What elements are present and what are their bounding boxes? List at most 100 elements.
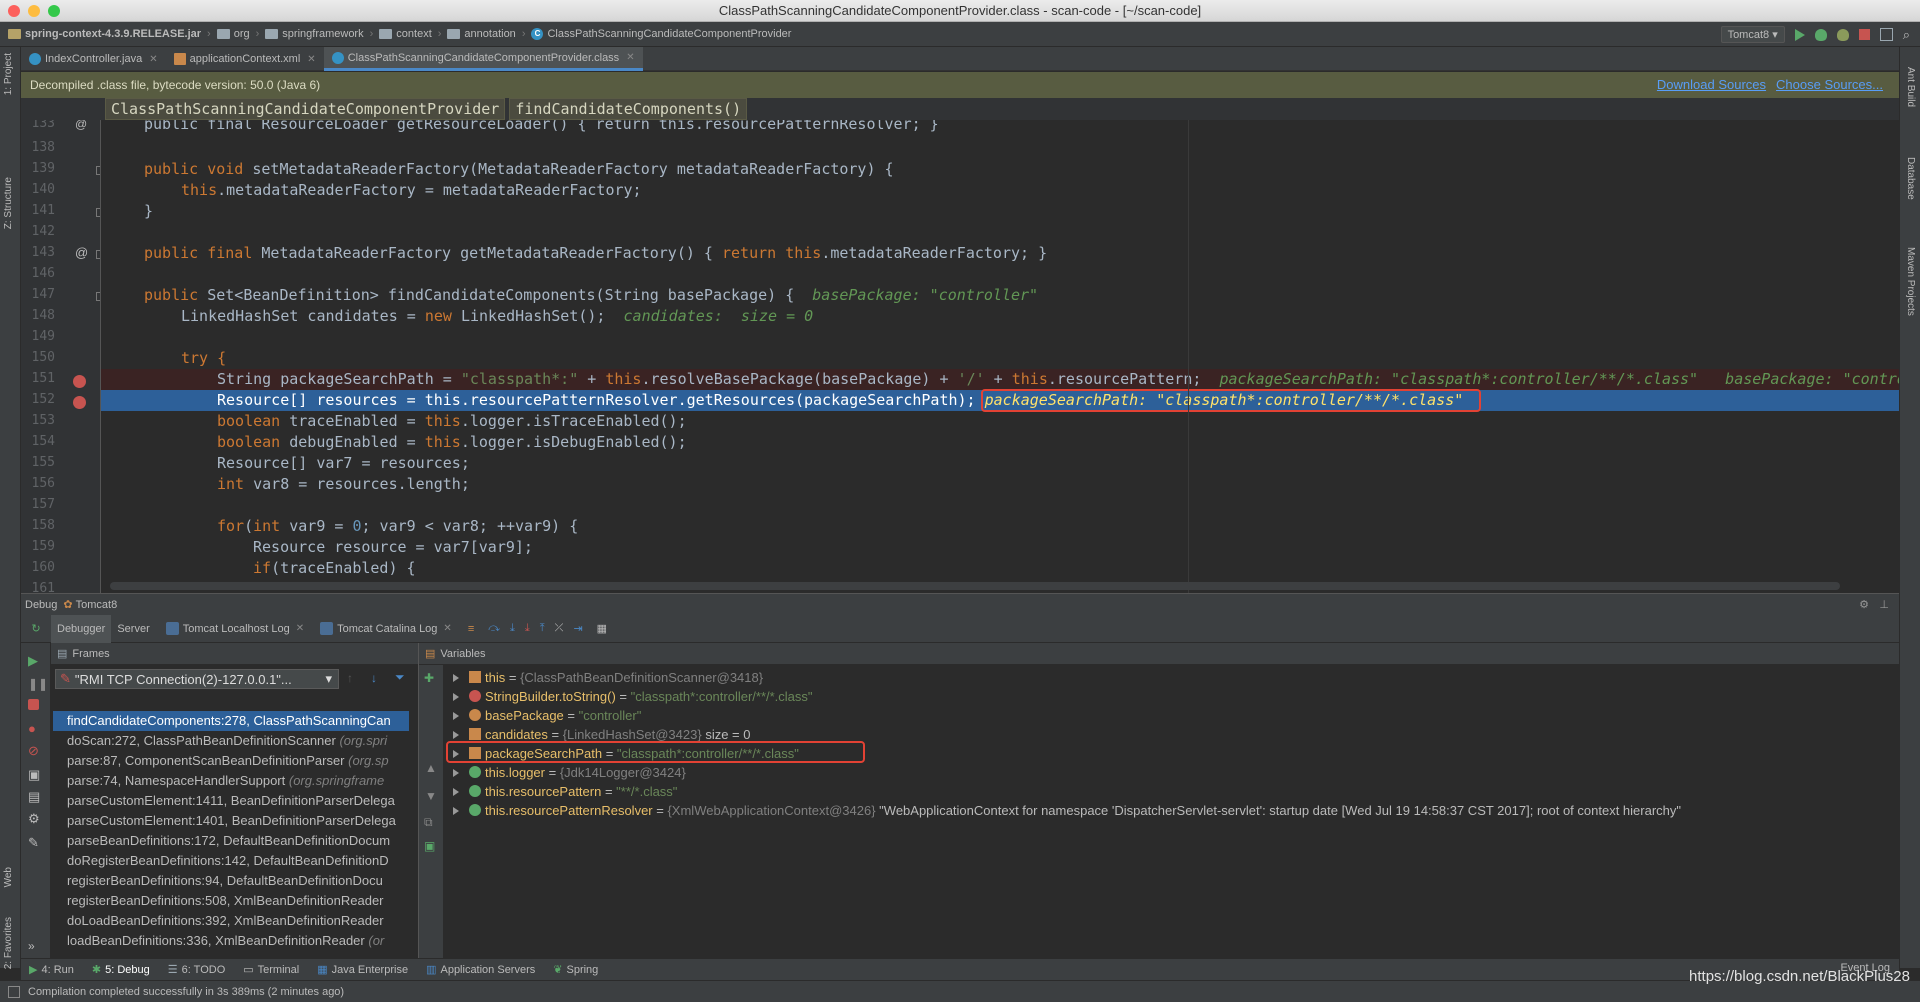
breadcrumb-class[interactable]: ClassPathScanningCandidateComponentProvi… [105, 98, 506, 120]
variable-row[interactable]: this = {ClassPathBeanDefinitionScanner@3… [453, 668, 763, 687]
stack-frame[interactable]: registerBeanDefinitions:508, XmlBeanDefi… [53, 891, 409, 911]
show-execution-point-icon[interactable]: ≡ [468, 623, 474, 635]
debug-config-label[interactable]: Tomcat8 [76, 599, 118, 611]
code-editor[interactable]: public final ResourceLoader getResourceL… [101, 120, 1899, 593]
stack-frame[interactable]: parse:87, ComponentScanBeanDefinitionPar… [53, 751, 409, 771]
view-breakpoints-icon[interactable]: ● [28, 721, 43, 736]
todo-tool-tab[interactable]: ☰ 6: TODO [168, 963, 225, 977]
spring-tool-tab[interactable]: ❦ Spring [553, 963, 598, 977]
more-icon[interactable]: » [28, 939, 43, 954]
ant-build-tool-button[interactable]: Ant Build [1905, 67, 1916, 107]
application-servers-tool-tab[interactable]: ▥ Application Servers [426, 963, 535, 977]
stack-frame[interactable]: doLoadBeanDefinitions:392, XmlBeanDefini… [53, 911, 409, 931]
terminal-tool-tab[interactable]: ▭ Terminal [243, 963, 299, 977]
run-icon[interactable] [1794, 28, 1805, 41]
debug-icon[interactable] [1814, 28, 1827, 41]
breakpoint-icon[interactable] [73, 396, 86, 409]
toggle-tool-windows-icon[interactable] [8, 985, 20, 998]
stack-frame[interactable]: parse:74, NamespaceHandlerSupport (org.s… [53, 771, 409, 791]
tab-classpathscanning[interactable]: ClassPathScanningCandidateComponentProvi… [323, 47, 643, 71]
mute-breakpoints-icon[interactable]: ⊘ [28, 743, 43, 758]
variable-row[interactable]: StringBuilder.toString() = "classpath*:c… [453, 687, 813, 706]
new-watch-icon[interactable]: ✚ [424, 671, 434, 685]
stack-frame[interactable]: doRegisterBeanDefinitions:142, DefaultBe… [53, 851, 409, 871]
tab-indexcontroller[interactable]: IndexController.java ✕ [21, 47, 166, 71]
stack-frame[interactable]: parseCustomElement:1411, BeanDefinitionP… [53, 791, 409, 811]
run-tool-tab[interactable]: ▶ 4: Run [29, 963, 74, 977]
download-sources-link[interactable]: Download Sources [1657, 77, 1766, 92]
database-tool-button[interactable]: Database [1905, 157, 1916, 200]
override-icon[interactable]: @ [75, 120, 87, 131]
tab-applicationcontext[interactable]: applicationContext.xml ✕ [166, 47, 324, 71]
breakpoint-icon[interactable] [73, 375, 86, 388]
editor-horizontal-scrollbar[interactable] [110, 582, 1840, 590]
java-enterprise-tool-tab[interactable]: ▦ Java Enterprise [317, 963, 408, 977]
project-structure-icon[interactable] [1879, 28, 1893, 41]
close-tab-icon[interactable]: ✕ [307, 54, 315, 65]
nav-crumb-jar[interactable]: spring-context-4.3.9.RELEASE.jar › [8, 28, 211, 40]
nav-crumb-class[interactable]: C ClassPathScanningCandidateComponentProv… [531, 28, 791, 40]
search-icon[interactable]: ⌕ [1903, 27, 1910, 43]
close-tab-icon[interactable]: ✕ [443, 615, 451, 643]
variable-row[interactable]: this.resourcePattern = "**/*.class" [453, 782, 677, 801]
move-down-icon[interactable]: ▼ [425, 789, 437, 803]
variable-row[interactable]: this.logger = {Jdk14Logger@3424} [453, 763, 686, 782]
zoom-window-button[interactable] [48, 5, 60, 17]
thread-selector[interactable]: ✎ "RMI TCP Connection(2)-127.0.0.1"... ▾ [55, 669, 339, 689]
stop-icon[interactable] [1858, 29, 1870, 40]
close-window-button[interactable] [8, 5, 20, 17]
filter-icon[interactable]: ⏷ [395, 670, 405, 685]
stop-debug-icon[interactable] [28, 699, 39, 710]
tab-tomcat-catalina-log[interactable]: Tomcat Catalina Log ✕ [310, 615, 458, 643]
pause-icon[interactable]: ❚❚ [28, 677, 48, 692]
choose-sources-link[interactable]: Choose Sources... [1776, 77, 1883, 92]
editor-gutter[interactable]: 133 138 139 140 141 142 143 146 147 148 … [21, 120, 101, 593]
favorites-tool-button[interactable]: 2: Favorites [3, 917, 14, 969]
tab-tomcat-localhost-log[interactable]: Tomcat Localhost Log ✕ [156, 615, 310, 643]
hide-panel-icon[interactable]: ⊥ [1879, 598, 1889, 611]
web-tool-button[interactable]: Web [3, 867, 14, 887]
stack-frame[interactable]: findCandidateComponents:278, ClassPathSc… [53, 711, 409, 731]
stack-frame[interactable]: loadBeanDefinitions:336, XmlBeanDefiniti… [53, 931, 409, 951]
evaluate-expression-icon[interactable]: ▦ [597, 622, 607, 635]
maven-tool-button[interactable]: Maven Projects [1905, 247, 1916, 316]
tab-server[interactable]: Server [111, 615, 155, 643]
stack-frame[interactable]: registerBeanDefinitions:94, DefaultBeanD… [53, 871, 409, 891]
step-out-icon[interactable]: ⤒ [540, 622, 545, 635]
nav-crumb-context[interactable]: context › [379, 28, 441, 40]
debug-tool-tab[interactable]: ✱ 5: Debug [92, 963, 150, 977]
watches-icon[interactable]: ▣ [424, 839, 435, 853]
resume-icon[interactable]: ▶ [28, 653, 43, 668]
minimize-window-button[interactable] [28, 5, 40, 17]
breadcrumb-method[interactable]: findCandidateComponents() [509, 98, 748, 120]
variable-row[interactable]: basePackage = "controller" [453, 706, 641, 725]
structure-tool-button[interactable]: Z: Structure [3, 177, 14, 229]
stack-frame[interactable]: parseCustomElement:1401, BeanDefinitionP… [53, 811, 409, 831]
stack-frame[interactable]: parseBeanDefinitions:172, DefaultBeanDef… [53, 831, 409, 851]
settings-gear-icon[interactable]: ⚙ [1859, 598, 1869, 611]
override-icon[interactable]: @ [75, 245, 88, 260]
copy-icon[interactable]: ⧉ [424, 815, 433, 830]
project-tool-button[interactable]: 1: Project [3, 53, 14, 95]
step-into-icon[interactable]: ⤓ [510, 622, 515, 635]
settings-icon[interactable]: ⚙ [28, 811, 43, 826]
nav-crumb-springframework[interactable]: springframework › [265, 28, 373, 40]
close-tab-icon[interactable]: ✕ [626, 52, 634, 63]
force-step-into-icon[interactable]: ⤓ [525, 622, 530, 635]
nav-crumb-annotation[interactable]: annotation › [447, 28, 525, 40]
stack-frame[interactable]: doScan:272, ClassPathBeanDefinitionScann… [53, 731, 409, 751]
close-tab-icon[interactable]: ✕ [149, 54, 157, 65]
nav-crumb-org[interactable]: org › [216, 28, 259, 40]
move-up-icon[interactable]: ▲ [425, 761, 437, 775]
restore-layout-icon[interactable]: ▤ [28, 789, 43, 804]
run-to-cursor-icon[interactable]: ⇥ [573, 622, 582, 635]
previous-frame-icon[interactable]: ↑ [347, 671, 353, 685]
get-thread-dump-icon[interactable]: ▣ [28, 767, 43, 782]
tab-debugger[interactable]: Debugger [51, 614, 112, 643]
pin-icon[interactable]: ✎ [28, 835, 43, 850]
drop-frame-icon[interactable]: ⤫ [555, 622, 564, 635]
run-config-selector[interactable]: Tomcat8 ▾ [1720, 26, 1785, 43]
step-over-icon[interactable]: ⤼ [488, 622, 500, 635]
rerun-icon[interactable]: ↻ [21, 622, 51, 635]
next-frame-icon[interactable]: ↓ [371, 671, 377, 685]
